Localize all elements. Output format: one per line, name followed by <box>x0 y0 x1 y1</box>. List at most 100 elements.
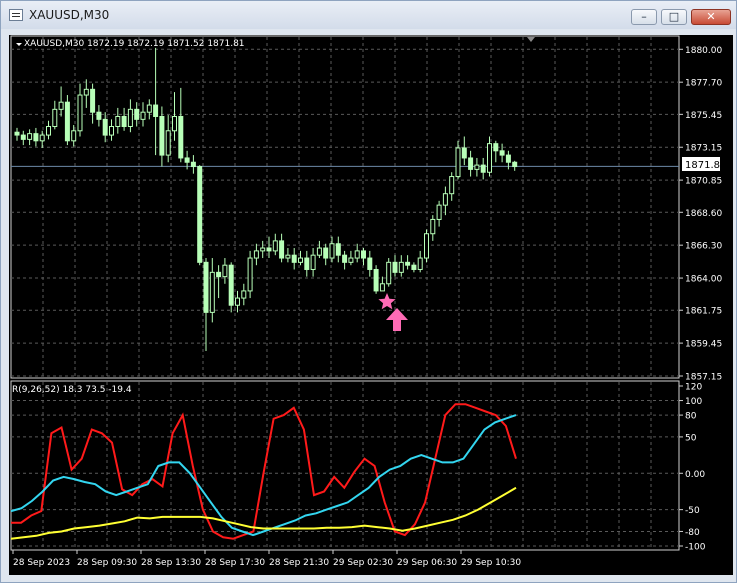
indicator-grid <box>10 380 680 551</box>
price-tick-label: 1870.85 <box>685 177 722 187</box>
candle-bullish <box>455 147 461 178</box>
time-tick-label: 28 Sep 21:30 <box>269 558 329 568</box>
candle-bearish <box>373 268 379 292</box>
buy-arrow-icon <box>386 308 408 331</box>
candle-bullish <box>77 94 83 132</box>
candle-bullish <box>386 261 392 285</box>
candle-bearish <box>102 118 108 136</box>
candle-bearish <box>14 131 20 136</box>
candle-bullish <box>253 250 259 259</box>
current-price-label: 1871.81 <box>685 160 726 171</box>
window-title: XAUUSD,M30 <box>29 8 110 22</box>
candle-bullish <box>285 254 291 259</box>
time-tick-label: 28 Sep 17:30 <box>205 558 265 568</box>
candle-bullish <box>71 130 77 142</box>
candle-bearish <box>505 154 511 163</box>
candle-bearish <box>153 104 159 117</box>
star-signal-icon <box>378 293 396 310</box>
candle-bullish <box>146 104 152 113</box>
candle-bullish <box>140 111 146 120</box>
price-chart-svg[interactable]: 1880.00 1877.70 1875.45 1873.15 1870.85 1868.… <box>9 35 733 575</box>
time-tick-label: 28 Sep 09:30 <box>77 558 137 568</box>
price-tick-label: 1864.00 <box>685 275 722 285</box>
close-button[interactable]: ✕ <box>691 9 731 25</box>
indicator-tick-label: 50 <box>685 433 697 443</box>
price-tick-label: 1859.45 <box>685 340 722 350</box>
candle-bearish <box>291 254 297 263</box>
signal-markers <box>378 293 408 331</box>
indicator-tick-label: -100 <box>685 543 706 553</box>
candle-bullish <box>52 108 58 127</box>
price-tick-label: 1861.75 <box>685 307 722 317</box>
price-tick-label: 1873.15 <box>685 144 722 154</box>
title-bar[interactable]: XAUUSD,M30 – □ ✕ <box>1 1 736 29</box>
candle-bullish <box>348 257 354 263</box>
candle-bullish <box>424 233 429 259</box>
candle-bearish <box>304 257 310 270</box>
candle-bearish <box>499 150 505 156</box>
indicator-tick-label: 0.00 <box>685 470 705 480</box>
candle-bullish <box>39 134 45 142</box>
candle-bearish <box>392 261 398 273</box>
indicator-tick-label: 100 <box>685 397 702 407</box>
candle-bullish <box>165 130 171 156</box>
price-tick-label: 1866.30 <box>685 242 722 252</box>
candle-bearish <box>216 271 222 278</box>
main-grid <box>10 35 680 379</box>
candle-bullish <box>436 204 442 220</box>
price-axis: 1880.00 1877.70 1875.45 1873.15 1870.85 1868.… <box>679 46 722 383</box>
candle-bullish <box>474 164 480 170</box>
candle-bullish <box>430 218 436 235</box>
candle-bearish <box>361 250 366 259</box>
candle-bearish <box>190 161 196 168</box>
price-tick-label: 1857.15 <box>685 373 722 383</box>
indicator-panel-frame <box>10 380 680 551</box>
candle-bullish <box>209 271 215 313</box>
red-indicator-line <box>11 403 517 540</box>
candle-bullish <box>272 240 278 252</box>
candle-bullish <box>329 243 335 259</box>
indicator-axis: 120 100 80 50 0.00 -50 -80 -100 <box>679 383 706 553</box>
candle-bullish <box>109 125 114 136</box>
candle-bearish <box>90 88 96 113</box>
candle-bullish <box>398 261 404 273</box>
chart-area[interactable]: 1880.00 1877.70 1875.45 1873.15 1870.85 1868.… <box>9 35 733 575</box>
indicator-tick-label: 120 <box>685 383 702 393</box>
candle-bearish <box>33 133 39 142</box>
time-tick-label: 29 Sep 02:30 <box>333 558 393 568</box>
minimize-button[interactable]: – <box>631 9 657 25</box>
time-tick-label: 29 Sep 10:30 <box>461 558 521 568</box>
candle-bullish <box>487 143 492 173</box>
candle-bullish <box>354 250 360 259</box>
price-tick-label: 1875.45 <box>685 111 722 121</box>
candle-bearish <box>480 164 486 173</box>
chart-menu-triangle-icon[interactable] <box>16 43 22 46</box>
candle-bearish <box>178 115 184 159</box>
candle-bullish <box>449 176 455 195</box>
candle-bullish <box>247 257 253 292</box>
indicator-tick-label: 80 <box>685 412 697 422</box>
candle-bearish <box>279 240 285 259</box>
candle-bearish <box>64 101 70 142</box>
candle-bullish <box>298 257 303 263</box>
main-chart-header: XAUUSD,M30 1872.19 1872.19 1871.52 1871.… <box>24 39 245 49</box>
candle-bearish <box>266 247 272 252</box>
chart-shift-marker-icon[interactable] <box>527 37 535 42</box>
candle-bearish <box>121 115 127 127</box>
price-tick-label: 1877.70 <box>685 79 722 89</box>
candle-bullish <box>417 257 423 270</box>
candle-bearish <box>335 243 341 256</box>
time-axis: 28 Sep 2023 28 Sep 09:30 28 Sep 13:30 28 Se… <box>12 550 521 568</box>
candle-bullish <box>235 297 240 306</box>
candle-bearish <box>323 247 329 259</box>
candle-bullish <box>46 125 51 136</box>
maximize-button[interactable]: □ <box>661 9 687 25</box>
candle-bullish <box>27 133 33 140</box>
candle-bearish <box>159 115 165 156</box>
candle-bullish <box>83 88 89 96</box>
candle-bullish <box>310 254 316 270</box>
candle-bearish <box>512 161 518 168</box>
chart-window-icon <box>9 9 23 21</box>
candle-bearish <box>20 134 26 140</box>
candle-bearish <box>367 257 373 270</box>
